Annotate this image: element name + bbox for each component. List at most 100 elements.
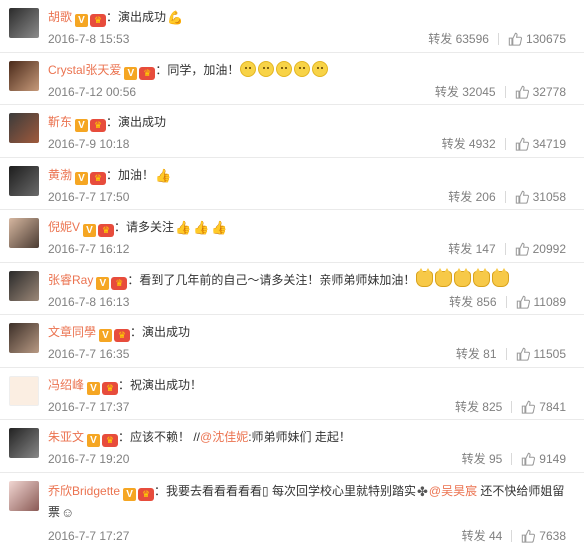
smile-emoji-icon	[294, 60, 311, 77]
sparkle-emoji-icon: ✤	[416, 483, 428, 499]
comment-actions: 转发 206 31058	[448, 190, 566, 204]
member-crown-icon: ♛	[139, 66, 156, 80]
comment-item: 冯绍峰 V ♛ ：祝演出成功！ 2016-7-7 17:37 转发 825 7841	[0, 368, 584, 420]
repost-button[interactable]: 转发 32045	[435, 85, 496, 99]
comment-body: 冯绍峰 V ♛ ：祝演出成功！	[48, 376, 576, 395]
commenter-name[interactable]: 文章同學	[48, 325, 96, 339]
verified-v-icon: V	[99, 329, 113, 342]
member-crown-icon: ♛	[90, 119, 107, 132]
avatar[interactable]	[9, 270, 39, 301]
comment-actions: 转发 95 9149	[462, 452, 566, 466]
like-button[interactable]: 9149	[521, 452, 566, 466]
like-count: 130675	[525, 32, 566, 46]
timestamp: 2016-7-8 16:13	[48, 294, 130, 309]
timestamp: 2016-7-7 17:50	[48, 189, 130, 204]
member-crown-icon: ♛	[138, 487, 155, 501]
timestamp: 2016-7-7 17:27	[48, 528, 130, 543]
comment-text: ：祝演出成功！	[118, 377, 203, 392]
verified-v-icon: V	[96, 276, 110, 290]
like-button[interactable]: 11505	[516, 347, 566, 361]
avatar[interactable]	[9, 375, 39, 406]
thumbs-up-emoji-icon: 👍	[193, 220, 210, 235]
smile-emoji-icon	[312, 60, 329, 77]
comment-text-tail: :师弟师妹们 走起！	[248, 430, 351, 444]
avatar[interactable]	[9, 218, 39, 248]
comment-item: Crystal张天爱 V ♛ ：同学，加油！ 2016-7-12 00:56 转发 320…	[0, 53, 584, 105]
commenter-name[interactable]: 张睿Ray	[48, 273, 93, 287]
comment-text: ：演出成功	[130, 325, 191, 339]
like-button[interactable]: 11089	[516, 295, 566, 309]
comment-text: ：演出成功	[106, 10, 167, 24]
timestamp: 2016-7-12 00:56	[48, 84, 137, 99]
like-count: 34719	[532, 137, 566, 151]
repost-button[interactable]: 转发 147	[448, 242, 495, 256]
member-crown-icon: ♛	[98, 224, 115, 237]
cat-face-emoji-icon	[473, 267, 491, 287]
comment-actions: 转发 825 7841	[455, 400, 566, 414]
commenter-name[interactable]: 胡歌	[48, 10, 72, 24]
mention-link[interactable]: @吴昊宸	[429, 484, 477, 498]
comment-text: ：请多关注	[114, 220, 175, 234]
comment-text: ：加油！	[106, 167, 155, 182]
comment-body: 乔欣Bridgette V ♛ ：我要去看看看看看▯ 每次回学校心里就特别踏实✤@吴昊…	[48, 481, 576, 523]
repost-button[interactable]: 转发 63596	[428, 32, 489, 46]
comment-actions: 转发 856 11089	[449, 295, 566, 309]
repost-button[interactable]: 转发 206	[448, 190, 495, 204]
like-button[interactable]: 130675	[508, 32, 566, 46]
action-divider	[497, 33, 499, 45]
verified-v-icon: V	[75, 171, 89, 185]
comment-body: 张睿Ray V ♛ ：看到了几年前的自己～请多关注！亲师弟师妹加油！	[48, 267, 576, 290]
repost-button[interactable]: 转发 95	[462, 452, 503, 466]
like-button[interactable]: 7638	[521, 529, 566, 543]
commenter-name[interactable]: 倪妮V	[48, 220, 80, 234]
comment-meta: 2016-7-9 10:18 转发 4932 34719	[48, 137, 576, 151]
comment-text: ：演出成功	[106, 115, 167, 129]
avatar[interactable]	[9, 323, 39, 353]
thumbs-up-icon	[522, 529, 536, 543]
commenter-name[interactable]: 黄渤	[48, 168, 72, 182]
like-count: 32778	[532, 84, 566, 99]
like-button[interactable]: 32778	[515, 85, 566, 99]
thumbs-up-emoji-icon: 👍	[175, 220, 192, 235]
verified-v-icon: V	[75, 14, 89, 27]
action-divider	[511, 453, 513, 465]
comment-actions: 转发 44 7638	[462, 529, 566, 543]
like-count: 20992	[532, 242, 566, 256]
member-crown-icon: ♛	[111, 276, 128, 290]
comment-text: ：我要去看看看看看▯ 每次回学校心里就特别踏实	[154, 483, 416, 498]
like-button[interactable]: 7841	[521, 400, 566, 414]
comment-text: ：同学，加油！	[155, 62, 240, 77]
smile-emoji-icon	[240, 60, 257, 77]
avatar[interactable]	[9, 428, 39, 458]
like-button[interactable]: 31058	[515, 190, 566, 204]
avatar[interactable]	[9, 60, 39, 91]
commenter-name[interactable]: 朱亚文	[48, 430, 84, 444]
comment-meta: 2016-7-12 00:56 转发 32045 32778	[48, 85, 576, 99]
action-divider	[504, 138, 506, 150]
avatar[interactable]	[9, 8, 39, 38]
comment-meta: 2016-7-7 19:20 转发 95 9149	[48, 452, 576, 466]
avatar[interactable]	[9, 113, 39, 143]
smile-emoji-icon	[258, 60, 275, 77]
repost-button[interactable]: 转发 4932	[442, 137, 496, 151]
repost-button[interactable]: 转发 44	[462, 529, 503, 543]
mention-link[interactable]: @沈佳妮	[200, 430, 248, 444]
commenter-name[interactable]: 冯绍峰	[48, 378, 84, 392]
like-button[interactable]: 20992	[515, 242, 566, 256]
avatar[interactable]	[9, 480, 39, 511]
thumbs-up-icon	[515, 242, 529, 256]
cat-face-emoji-icon	[454, 267, 472, 287]
commenter-name[interactable]: Crystal张天爱	[48, 63, 121, 77]
comment-meta: 2016-7-7 17:27 转发 44 7638	[48, 529, 576, 543]
commenter-name[interactable]: 乔欣Bridgette	[48, 484, 120, 498]
commenter-name[interactable]: 靳东	[48, 115, 72, 129]
like-button[interactable]: 34719	[515, 137, 566, 151]
repost-button[interactable]: 转发 825	[455, 400, 502, 414]
thumbs-up-icon	[515, 137, 529, 151]
verified-v-icon: V	[87, 434, 101, 447]
like-count: 7638	[539, 528, 566, 543]
repost-button[interactable]: 转发 81	[456, 347, 497, 361]
avatar[interactable]	[9, 165, 39, 196]
repost-button[interactable]: 转发 856	[449, 295, 496, 309]
cat-face-emoji-icon	[492, 267, 510, 287]
